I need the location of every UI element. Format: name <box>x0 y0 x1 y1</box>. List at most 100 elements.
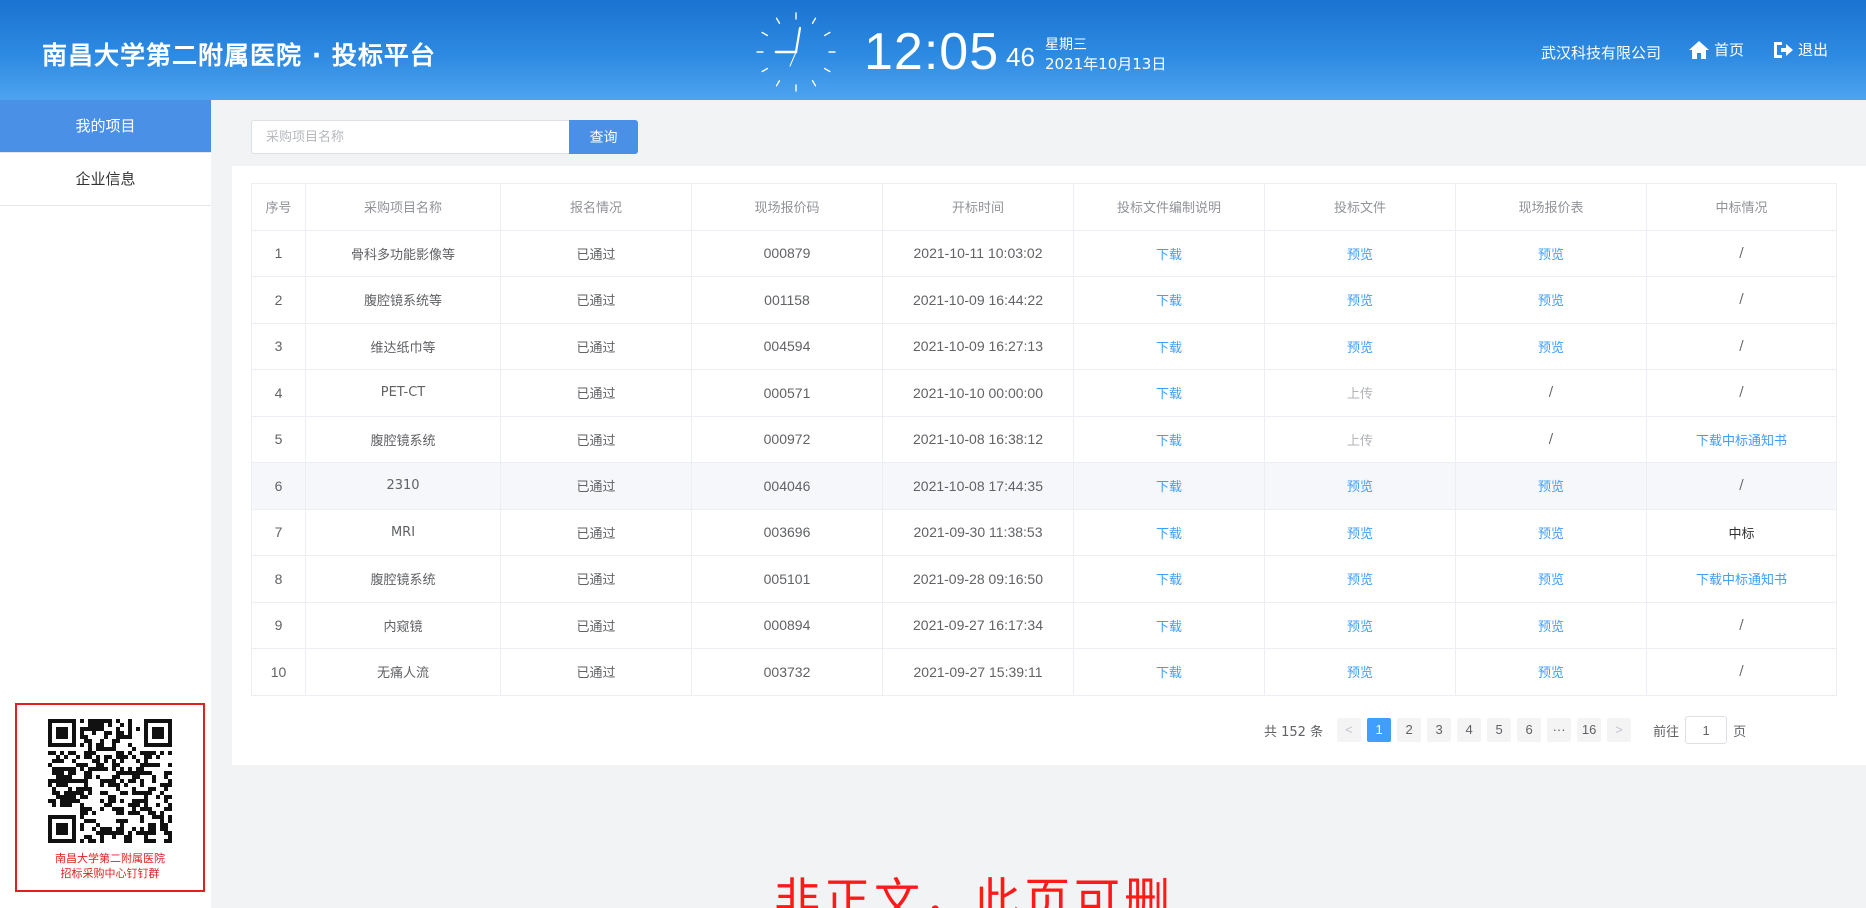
project-table: 序号 采购项目名称 报名情况 现场报价码 开标时间 投标文件编制说明 投标文件 … <box>251 183 1837 696</box>
row-registration-status: 已通过 <box>500 369 692 417</box>
qr-code-panel: 南昌大学第二附属医院 招标采购中心钉钉群 <box>15 703 205 892</box>
download-award-notice-link[interactable]: 下载中标通知书 <box>1696 573 1787 588</box>
page-button-5[interactable]: 5 <box>1487 718 1512 742</box>
date-label: 2021年10月13日 <box>1045 55 1167 73</box>
download-award-notice-link[interactable]: 下载中标通知书 <box>1696 434 1787 449</box>
preview-quote-sheet-link[interactable]: 预览 <box>1538 248 1564 263</box>
logout-link[interactable]: 退出 <box>1772 39 1828 60</box>
row-registration-status: 已通过 <box>500 555 692 603</box>
quote-sheet-empty: / <box>1548 431 1554 447</box>
row-registration-status: 已通过 <box>500 648 692 696</box>
row-registration-status: 已通过 <box>500 415 692 463</box>
page-unit-label: 页 <box>1733 724 1747 740</box>
download-guide-link[interactable]: 下载 <box>1156 387 1182 402</box>
row-registration-status: 已通过 <box>500 229 692 277</box>
row-no: 10 <box>251 648 306 696</box>
preview-bid-file-link[interactable]: 预览 <box>1347 527 1373 542</box>
download-guide-link[interactable]: 下载 <box>1156 666 1182 681</box>
column-header-no: 序号 <box>251 183 306 231</box>
row-project-name: 腹腔镜系统 <box>305 415 501 463</box>
table-row: 7 MRI 已通过 003696 2021-09-30 11:38:53 下载 … <box>251 508 1837 556</box>
download-guide-link[interactable]: 下载 <box>1156 248 1182 263</box>
award-status: / <box>1739 292 1744 308</box>
preview-bid-file-link[interactable]: 预览 <box>1347 620 1373 635</box>
preview-quote-sheet-link[interactable]: 预览 <box>1538 527 1564 542</box>
preview-quote-sheet-link[interactable]: 预览 <box>1538 294 1564 309</box>
row-project-name: 腹腔镜系统等 <box>305 276 501 324</box>
preview-quote-sheet-link[interactable]: 预览 <box>1538 341 1564 356</box>
project-search-input[interactable] <box>251 120 570 154</box>
logout-label: 退出 <box>1798 41 1829 59</box>
row-registration-status: 已通过 <box>500 462 692 510</box>
row-open-time: 2021-10-09 16:44:22 <box>882 276 1074 324</box>
weekday-label: 星期三 <box>1045 37 1087 53</box>
table-row: 6 2310 已通过 004046 2021-10-08 17:44:35 下载… <box>251 462 1837 510</box>
page-button-2[interactable]: 2 <box>1397 718 1422 742</box>
next-page-button[interactable]: > <box>1607 718 1632 742</box>
preview-bid-file-link[interactable]: 预览 <box>1347 341 1373 356</box>
preview-bid-file-link[interactable]: 预览 <box>1347 480 1373 495</box>
download-guide-link[interactable]: 下载 <box>1156 573 1182 588</box>
quote-sheet-empty: / <box>1548 385 1554 401</box>
download-guide-link[interactable]: 下载 <box>1156 434 1182 449</box>
more-pages-button[interactable]: ··· <box>1547 718 1572 742</box>
company-name: 武汉科技有限公司 <box>1541 44 1662 62</box>
row-registration-status: 已通过 <box>500 601 692 649</box>
row-quote-code: 000894 <box>691 601 883 649</box>
download-guide-link[interactable]: 下载 <box>1156 620 1182 635</box>
preview-bid-file-link[interactable]: 预览 <box>1347 294 1373 309</box>
preview-quote-sheet-link[interactable]: 预览 <box>1538 573 1564 588</box>
page-button-1[interactable]: 1 <box>1367 718 1392 742</box>
row-project-name: 无痛人流 <box>305 648 501 696</box>
row-no: 5 <box>251 415 306 463</box>
row-quote-code: 000571 <box>691 369 883 417</box>
row-open-time: 2021-09-30 11:38:53 <box>882 508 1074 556</box>
row-registration-status: 已通过 <box>500 508 692 556</box>
column-header-guide: 投标文件编制说明 <box>1073 183 1265 231</box>
clock-icon <box>756 12 836 92</box>
download-guide-link[interactable]: 下载 <box>1156 480 1182 495</box>
home-link[interactable]: 首页 <box>1688 39 1744 60</box>
row-open-time: 2021-09-27 16:17:34 <box>882 601 1074 649</box>
watermark-text: 非正文，此页可删 <box>774 873 1174 908</box>
download-guide-link[interactable]: 下载 <box>1156 294 1182 309</box>
page-button-6[interactable]: 6 <box>1517 718 1542 742</box>
page-button-16[interactable]: 16 <box>1577 718 1602 742</box>
home-icon <box>1689 40 1709 59</box>
preview-quote-sheet-link[interactable]: 预览 <box>1538 620 1564 635</box>
page-button-4[interactable]: 4 <box>1457 718 1482 742</box>
column-header-quote-code: 现场报价码 <box>691 183 883 231</box>
download-guide-link[interactable]: 下载 <box>1156 527 1182 542</box>
goto-page-input[interactable] <box>1685 716 1728 744</box>
upload-bid-file-link[interactable]: 上传 <box>1347 434 1373 449</box>
preview-bid-file-link[interactable]: 预览 <box>1347 666 1373 681</box>
qr-caption-line2: 招标采购中心钉钉群 <box>60 867 160 880</box>
column-header-quote-sheet: 现场报价表 <box>1455 183 1647 231</box>
upload-bid-file-link[interactable]: 上传 <box>1347 387 1373 402</box>
preview-quote-sheet-link[interactable]: 预览 <box>1538 666 1564 681</box>
row-quote-code: 004594 <box>691 322 883 370</box>
preview-bid-file-link[interactable]: 预览 <box>1347 248 1373 263</box>
page-button-3[interactable]: 3 <box>1427 718 1452 742</box>
sidebar-item-my-projects[interactable]: 我的项目 <box>0 100 211 153</box>
row-quote-code: 003732 <box>691 648 883 696</box>
row-open-time: 2021-10-08 17:44:35 <box>882 462 1074 510</box>
preview-quote-sheet-link[interactable]: 预览 <box>1538 480 1564 495</box>
row-open-time: 2021-09-27 15:39:11 <box>882 648 1074 696</box>
goto-label: 前往 <box>1653 724 1680 740</box>
preview-bid-file-link[interactable]: 预览 <box>1347 573 1373 588</box>
row-no: 8 <box>251 555 306 603</box>
row-project-name: 腹腔镜系统 <box>305 555 501 603</box>
row-project-name: 维达纸巾等 <box>305 322 501 370</box>
row-quote-code: 004046 <box>691 462 883 510</box>
search-button[interactable]: 查询 <box>569 120 638 154</box>
award-status: 中标 <box>1728 526 1755 542</box>
row-no: 9 <box>251 601 306 649</box>
row-no: 2 <box>251 276 306 324</box>
download-guide-link[interactable]: 下载 <box>1156 341 1182 356</box>
pagination: 共 152 条 < 1 2 3 4 5 6 ··· 16 > 前往 页 <box>1264 716 1746 744</box>
row-registration-status: 已通过 <box>500 276 692 324</box>
sidebar-item-company-info[interactable]: 企业信息 <box>0 153 211 206</box>
column-header-bid-file: 投标文件 <box>1264 183 1456 231</box>
prev-page-button[interactable]: < <box>1337 718 1362 742</box>
